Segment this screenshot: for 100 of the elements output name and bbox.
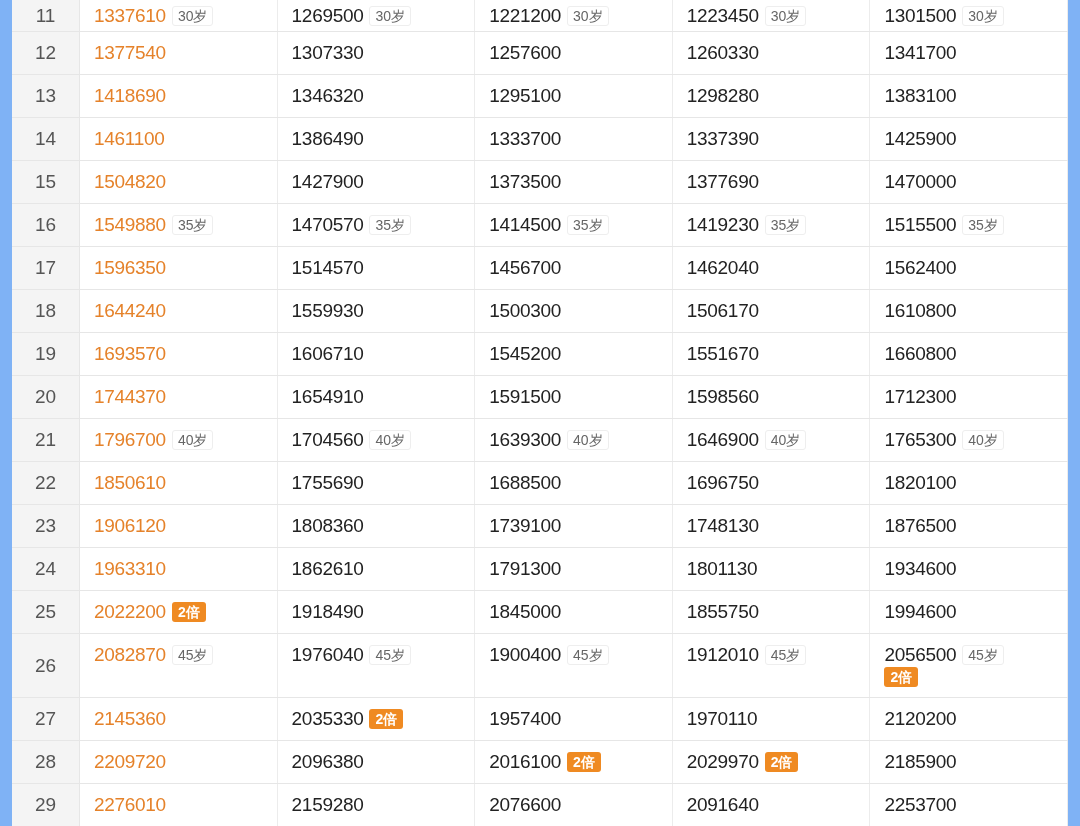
table-cell: 1646900 [686,429,759,451]
age-tag: 35岁 [567,215,609,235]
table-cell: 1386490 [291,128,364,150]
table-cell: 1377540 [94,42,166,64]
table-cell: 1470000 [884,171,957,193]
table-cell: 1346320 [291,85,364,107]
table-cell: 1748130 [686,515,759,537]
table-cell: 2209720 [94,751,166,773]
table-cell: 1906120 [94,515,166,537]
table-cell: 2120200 [884,708,957,730]
table-cell: 1739100 [489,515,562,537]
table-cell: 2029970 [686,751,759,773]
table-cell: 1373500 [489,171,562,193]
age-tag: 30岁 [567,6,609,26]
row-number: 16 [12,204,80,246]
table-cell: 1500300 [489,300,562,322]
table-cell: 1414500 [489,214,562,236]
row-number: 18 [12,290,80,332]
row-number: 19 [12,333,80,375]
table-cell: 1850610 [94,472,166,494]
table-cell: 1918490 [291,601,364,623]
table-cell: 1470570 [291,214,364,236]
table-cell: 1551670 [686,343,759,365]
table-cell: 1221200 [489,5,562,27]
row-number: 14 [12,118,80,160]
table-cell: 1696750 [686,472,759,494]
age-tag: 35岁 [962,215,1004,235]
row-number: 27 [12,698,80,740]
age-tag: 30岁 [764,6,807,26]
row-number: 26 [12,634,80,697]
age-tag: 40岁 [962,430,1004,450]
age-tag: 45岁 [962,645,1004,665]
age-tag: 35岁 [369,215,412,235]
row-number: 13 [12,75,80,117]
table-cell: 2096380 [291,751,364,773]
table-cell: 1970110 [686,708,758,730]
table-cell: 2145360 [94,708,166,730]
age-tag: 45岁 [764,645,807,665]
table-cell: 1934600 [884,558,957,580]
table-cell: 1337610 [94,5,166,27]
multiplier-tag: 2倍 [884,667,919,687]
table-cell: 1855750 [686,601,759,623]
table-cell: 1301500 [884,5,957,27]
table-cell: 1462040 [686,257,759,279]
table-cell: 1610800 [884,300,957,322]
table-cell: 2056500 [884,644,957,666]
age-tag: 30岁 [369,6,412,26]
table-cell: 2159280 [291,794,364,816]
table-cell: 1456700 [489,257,562,279]
row-number: 25 [12,591,80,633]
row-number: 22 [12,462,80,504]
table-cell: 1900400 [489,644,562,666]
age-tag: 40岁 [369,430,412,450]
table-cell: 1644240 [94,300,166,322]
table-cell: 1963310 [94,558,166,580]
table-cell: 1796700 [94,429,166,451]
multiplier-tag: 2倍 [369,709,404,729]
age-tag: 30岁 [962,6,1004,26]
table-cell: 1223450 [686,5,759,27]
table-cell: 1820100 [884,472,957,494]
multiplier-tag: 2倍 [764,752,799,772]
table-cell: 1845000 [489,601,562,623]
table-cell: 1606710 [291,343,364,365]
table-cell: 1693570 [94,343,166,365]
table-cell: 1765300 [884,429,957,451]
table-cell: 1257600 [489,42,562,64]
table-cell: 1591500 [489,386,562,408]
table-cell: 1545200 [489,343,562,365]
age-tag: 35岁 [764,215,807,235]
row-number: 24 [12,548,80,590]
age-tag: 40岁 [567,430,609,450]
table-cell: 1298280 [686,85,759,107]
age-tag: 30岁 [171,6,214,26]
table-cell: 1660800 [884,343,957,365]
table-cell: 1712300 [884,386,957,408]
multiplier-tag: 2倍 [567,752,601,772]
table-cell: 1418690 [94,85,166,107]
table-cell: 1801130 [686,558,758,580]
table-cell: 1383100 [884,85,957,107]
age-tag: 40岁 [764,430,807,450]
table-cell: 1427900 [291,171,364,193]
table-cell: 1333700 [489,128,562,150]
table-cell: 1976040 [291,644,364,666]
table-cell: 1957400 [489,708,562,730]
table-cell: 1506170 [686,300,759,322]
row-number: 15 [12,161,80,203]
table-cell: 2022200 [94,601,166,623]
table-cell: 1688500 [489,472,562,494]
age-tag: 40岁 [171,430,214,450]
table-cell: 1654910 [291,386,364,408]
age-tag: 45岁 [567,645,609,665]
table-cell: 1425900 [884,128,957,150]
table-cell: 1876500 [884,515,957,537]
table-cell: 1461100 [94,128,165,150]
table-cell: 2185900 [884,751,957,773]
table-cell: 1514570 [291,257,364,279]
table-cell: 1912010 [686,644,759,666]
table-cell: 1639300 [489,429,562,451]
row-number: 21 [12,419,80,461]
age-tag: 45岁 [171,645,214,665]
